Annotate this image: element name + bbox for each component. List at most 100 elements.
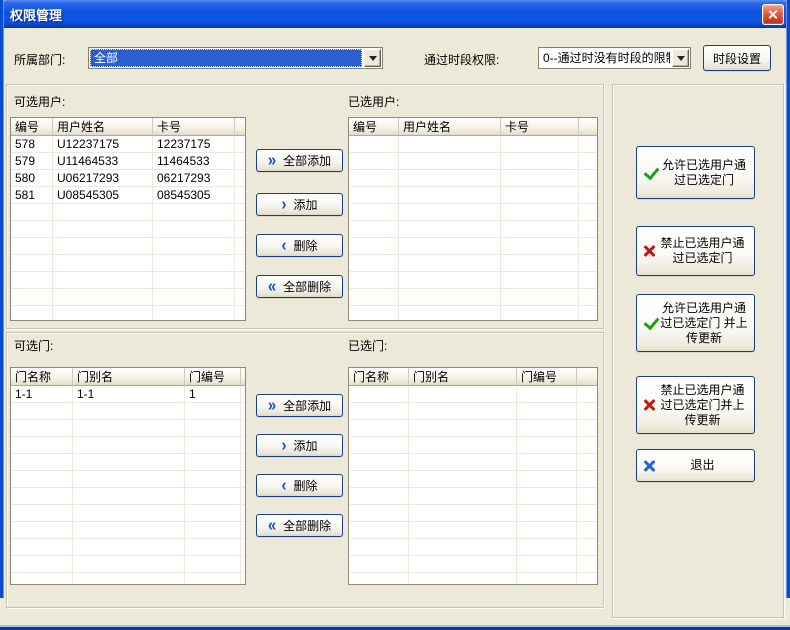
column-header[interactable]: 门名称 <box>11 368 73 386</box>
empty-row[interactable] <box>11 255 245 272</box>
department-select[interactable]: 全部 <box>88 47 383 69</box>
empty-row[interactable] <box>349 539 597 556</box>
users-add-all-label: 全部添加 <box>283 152 331 169</box>
table-row[interactable]: 580U0621729306217293 <box>11 170 245 187</box>
doors-remove-button[interactable]: ‹ 删除 <box>256 474 343 497</box>
table-row[interactable]: 579U1146453311464533 <box>11 153 245 170</box>
column-header[interactable]: 门编号 <box>185 368 241 386</box>
empty-row[interactable] <box>11 306 245 321</box>
empty-row[interactable] <box>349 420 597 437</box>
empty-row[interactable] <box>349 255 597 272</box>
table-row[interactable]: 581U0854530508545305 <box>11 187 245 204</box>
table-cell <box>409 386 517 403</box>
empty-row[interactable] <box>349 187 597 204</box>
empty-row[interactable] <box>11 420 245 437</box>
table-cell: 08545305 <box>153 187 235 204</box>
time-setting-button[interactable]: 时段设置 <box>703 45 771 71</box>
close-button[interactable] <box>762 4 784 25</box>
empty-row[interactable] <box>11 556 245 573</box>
empty-row[interactable] <box>349 204 597 221</box>
empty-row[interactable] <box>11 539 245 556</box>
table-cell-filler <box>579 255 597 272</box>
empty-row[interactable] <box>349 505 597 522</box>
column-header[interactable]: 用户姓名 <box>399 118 501 136</box>
empty-row[interactable] <box>11 221 245 238</box>
selected-doors-table[interactable]: 门名称门别名门编号 <box>348 367 598 585</box>
empty-row[interactable] <box>349 170 597 187</box>
allow-access-upload-button[interactable]: 允许已选用户通过已选定门 并上传更新 <box>636 294 755 352</box>
empty-row[interactable] <box>349 471 597 488</box>
empty-row[interactable] <box>349 437 597 454</box>
empty-row[interactable] <box>349 306 597 321</box>
table-cell <box>349 255 399 272</box>
empty-row[interactable] <box>11 471 245 488</box>
column-header[interactable]: 门别名 <box>73 368 185 386</box>
empty-row[interactable] <box>349 289 597 306</box>
table-cell-filler <box>241 386 245 403</box>
empty-row[interactable] <box>11 454 245 471</box>
empty-row[interactable] <box>11 403 245 420</box>
empty-row[interactable] <box>11 573 245 585</box>
available-users-table[interactable]: 编号用户姓名卡号 578U1223717512237175579U1146453… <box>10 117 246 321</box>
empty-row[interactable] <box>349 238 597 255</box>
available-doors-table[interactable]: 门名称门别名门编号 1-11-11 <box>10 367 246 585</box>
timezone-select[interactable]: 0--通过时没有时段的限制 <box>538 47 691 69</box>
empty-row[interactable] <box>349 136 597 153</box>
empty-row[interactable] <box>349 403 597 420</box>
empty-row[interactable] <box>349 573 597 585</box>
doors-remove-all-button[interactable]: « 全部删除 <box>256 514 343 537</box>
empty-row[interactable] <box>349 556 597 573</box>
column-header[interactable]: 卡号 <box>501 118 579 136</box>
column-header[interactable]: 门别名 <box>409 368 517 386</box>
forbid-access-upload-button[interactable]: 禁止已选用户通过已选定门并上传更新 <box>636 376 755 434</box>
empty-row[interactable] <box>349 386 597 403</box>
empty-row[interactable] <box>349 272 597 289</box>
column-header[interactable]: 门名称 <box>349 368 409 386</box>
allow-access-upload-label: 允许已选用户通过已选定门 并上传更新 <box>659 301 749 346</box>
empty-row[interactable] <box>349 454 597 471</box>
close-icon <box>768 9 779 20</box>
column-header[interactable]: 卡号 <box>153 118 235 136</box>
chevron-down-icon[interactable] <box>364 49 381 67</box>
table-cell <box>399 306 501 321</box>
column-header[interactable]: 门编号 <box>517 368 577 386</box>
table-cell-filler <box>577 471 597 488</box>
column-header[interactable]: 编号 <box>11 118 53 136</box>
empty-row[interactable] <box>349 153 597 170</box>
table-cell <box>11 272 53 289</box>
table-cell <box>153 238 235 255</box>
allow-access-button[interactable]: 允许已选用户通过已选定门 <box>636 146 755 199</box>
doors-add-all-button[interactable]: » 全部添加 <box>256 394 343 417</box>
users-remove-all-button[interactable]: « 全部删除 <box>256 275 343 298</box>
table-cell-filler <box>577 522 597 539</box>
empty-row[interactable] <box>11 238 245 255</box>
table-cell: 06217293 <box>153 170 235 187</box>
table-cell <box>53 272 153 289</box>
empty-row[interactable] <box>349 522 597 539</box>
available-doors-header: 门名称门别名门编号 <box>11 368 245 386</box>
window-border-bottom <box>0 625 790 630</box>
table-cell: 12237175 <box>153 136 235 153</box>
empty-row[interactable] <box>11 204 245 221</box>
empty-row[interactable] <box>11 437 245 454</box>
chevron-down-icon[interactable] <box>672 49 689 67</box>
empty-row[interactable] <box>11 522 245 539</box>
selected-users-table[interactable]: 编号用户姓名卡号 <box>348 117 598 321</box>
table-cell-filler <box>577 437 597 454</box>
doors-add-button[interactable]: › 添加 <box>256 434 343 457</box>
column-header[interactable]: 编号 <box>349 118 399 136</box>
column-header[interactable]: 用户姓名 <box>53 118 153 136</box>
table-row[interactable]: 1-11-11 <box>11 386 245 403</box>
users-add-button[interactable]: › 添加 <box>256 193 343 216</box>
table-row[interactable]: 578U1223717512237175 <box>11 136 245 153</box>
empty-row[interactable] <box>349 488 597 505</box>
forbid-access-button[interactable]: 禁止已选用户通过已选定门 <box>636 226 755 276</box>
empty-row[interactable] <box>349 221 597 238</box>
users-add-all-button[interactable]: » 全部添加 <box>256 149 343 172</box>
empty-row[interactable] <box>11 289 245 306</box>
users-remove-button[interactable]: ‹ 删除 <box>256 234 343 257</box>
empty-row[interactable] <box>11 488 245 505</box>
empty-row[interactable] <box>11 505 245 522</box>
empty-row[interactable] <box>11 272 245 289</box>
exit-button[interactable]: 退出 <box>636 449 755 482</box>
